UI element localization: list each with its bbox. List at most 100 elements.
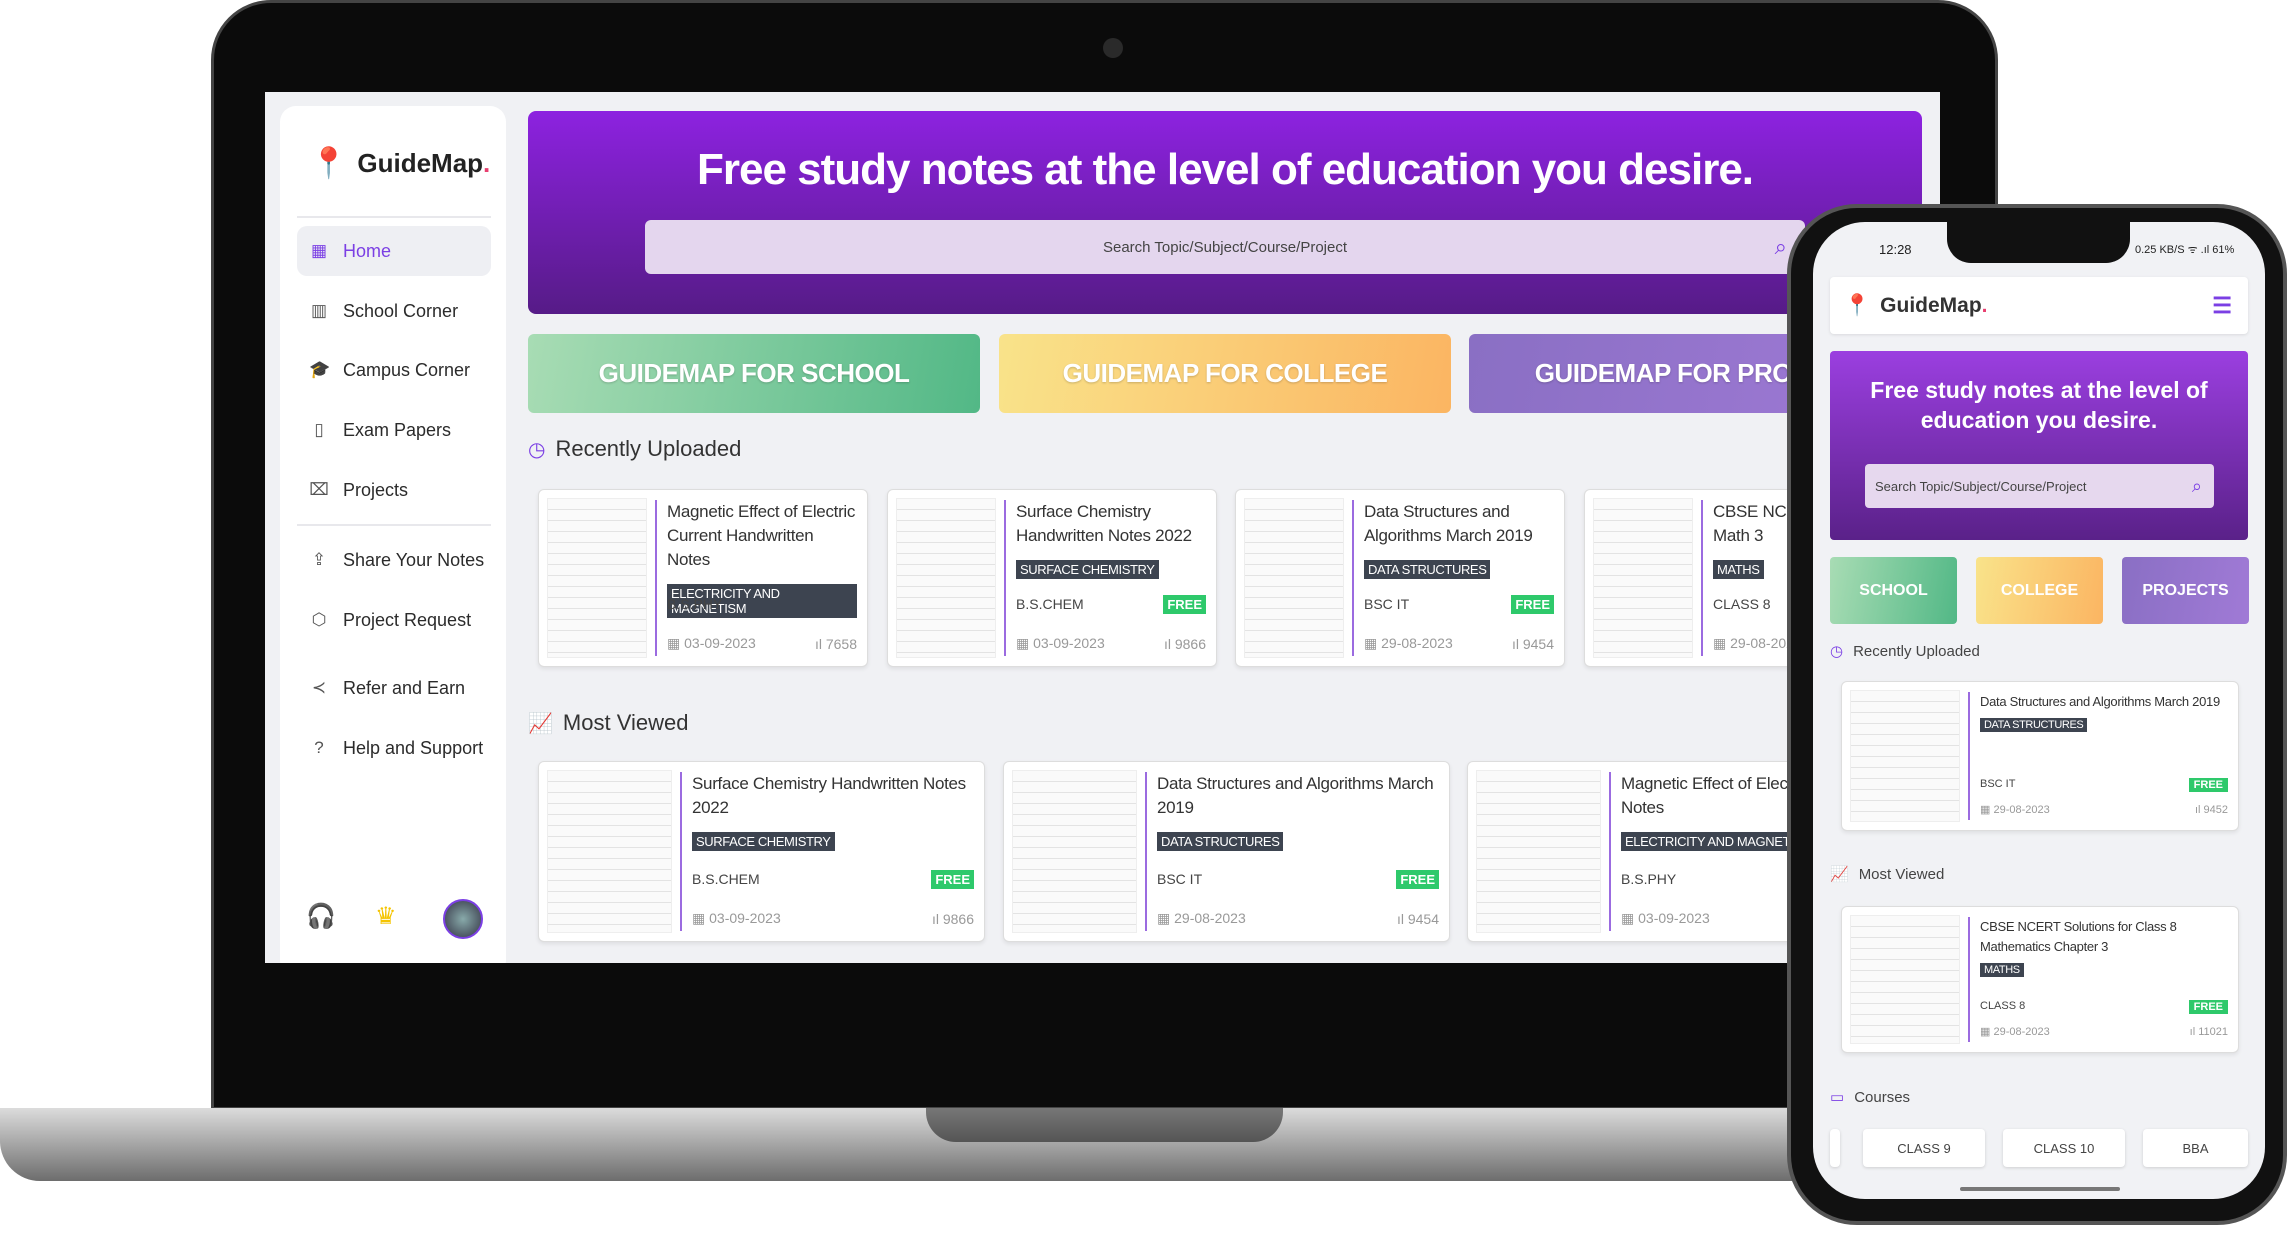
- sidebar-item-help-and-support[interactable]: ? Help and Support: [297, 723, 491, 773]
- course-button[interactable]: CLASS 10: [2003, 1129, 2125, 1167]
- brand-name: GuideMap: [1880, 293, 1982, 317]
- card-title[interactable]: Data Structures and Algorithms March 201…: [1980, 692, 2228, 712]
- views-text: 9454: [1522, 636, 1554, 652]
- views-text: 9866: [942, 911, 974, 927]
- sidebar-item-exam-papers[interactable]: ▯ Exam Papers: [297, 405, 491, 455]
- category-banner-school[interactable]: GUIDEMAP FOR SCHOOL: [528, 334, 980, 413]
- card-content: CBSE NCERT Solutions for Class 8 Mathema…: [1980, 917, 2228, 1042]
- divider: [1968, 917, 1970, 1042]
- note-card[interactable]: CBSE NCERT Solutions for Class 8 Mathema…: [1841, 906, 2239, 1053]
- most-viewed-heading: 📈 Most Viewed: [528, 710, 688, 736]
- calendar-icon: ▦: [1713, 635, 1731, 651]
- book-icon: ▭: [1830, 1089, 1845, 1106]
- card-title[interactable]: CBSE NCERT Solutions for Class 8 Mathema…: [1980, 917, 2228, 957]
- divider: [1352, 500, 1354, 656]
- free-badge: FREE: [2188, 778, 2228, 792]
- menu-icon[interactable]: ☰: [2212, 293, 2232, 319]
- divider: [297, 524, 491, 526]
- bar-chart-icon: ıl: [2189, 1026, 2199, 1038]
- note-card[interactable]: Data Structures and Algorithms March 201…: [1235, 489, 1565, 667]
- card-title[interactable]: Data Structures and Algorithms March 201…: [1157, 772, 1439, 820]
- free-badge: FREE: [931, 870, 974, 889]
- headset-icon[interactable]: 🎧: [306, 902, 336, 931]
- bar-chart-icon: ıl: [931, 911, 943, 927]
- note-thumbnail: [1850, 690, 1960, 822]
- card-title[interactable]: Data Structures and Algorithms March 201…: [1364, 500, 1554, 548]
- chart-line-icon: 📈: [1830, 866, 1849, 883]
- divider: [680, 772, 682, 931]
- code-window-icon: ⌧: [309, 480, 329, 499]
- date-text: 03-09-2023: [709, 910, 781, 926]
- course-label: BSC IT: [1980, 778, 2016, 790]
- date-text: 29-08-2023: [1993, 804, 2050, 816]
- date-text: 29-08-2023: [1381, 635, 1453, 651]
- course-label: CLASS 8: [1980, 1000, 2026, 1012]
- note-thumbnail: [1244, 498, 1344, 658]
- sidebar-item-label: Project Request: [343, 609, 472, 630]
- sidebar-item-share-your-notes[interactable]: ⇪ Share Your Notes: [297, 535, 491, 585]
- card-content: Data Structures and Algorithms March 201…: [1980, 692, 2228, 820]
- date: ▦ 29-08-2023: [1980, 803, 2050, 816]
- logo[interactable]: 📍 GuideMap.: [310, 146, 490, 181]
- view-count: ıl 11021: [2190, 1026, 2228, 1038]
- webcam: [1103, 38, 1123, 58]
- course-button[interactable]: CLASS 9: [1863, 1129, 1985, 1167]
- bar-chart-icon: ıl: [2194, 804, 2204, 816]
- category-tile-projects[interactable]: PROJECTS: [2122, 557, 2249, 624]
- note-card[interactable]: Surface Chemistry Handwritten Notes 2022…: [538, 761, 985, 942]
- sidebar-item-campus-corner[interactable]: 🎓 Campus Corner: [297, 345, 491, 395]
- date: ▦ 03-09-2023: [692, 910, 781, 927]
- note-card[interactable]: Magnetic Effect of Electric Current Hand…: [538, 489, 868, 667]
- avatar[interactable]: [443, 899, 483, 939]
- bar-chart-icon: ıl: [1396, 911, 1408, 927]
- note-card[interactable]: Surface Chemistry Handwritten Notes 2022…: [887, 489, 1217, 667]
- free-badge: FREE: [1396, 870, 1439, 889]
- course-button[interactable]: BBA: [2143, 1129, 2248, 1167]
- course-label: B.S.PHY: [1621, 871, 1677, 887]
- divider: [1968, 692, 1970, 820]
- note-thumbnail: [896, 498, 996, 658]
- divider: [1145, 772, 1147, 931]
- date: ▦ 29-08-2023: [1364, 635, 1453, 652]
- date: ▦ 29-08-2023: [1157, 910, 1246, 927]
- mobile-search-input[interactable]: Search Topic/Subject/Course/Project ⌕: [1865, 464, 2214, 508]
- category-banner-college[interactable]: GUIDEMAP FOR COLLEGE: [999, 334, 1451, 413]
- category-tile-college[interactable]: COLLEGE: [1976, 557, 2103, 624]
- bar-chart-icon: ıl: [814, 636, 826, 652]
- sidebar-item-refer-and-earn[interactable]: ≺ Refer and Earn: [297, 663, 491, 713]
- subject-tag: MATHS: [1713, 560, 1764, 579]
- phone-notch: [1947, 222, 2130, 263]
- divider: [297, 216, 491, 218]
- date-text: 29-08-2023: [1174, 910, 1246, 926]
- hero-banner: Free study notes at the level of educati…: [528, 111, 1922, 314]
- card-title[interactable]: Magnetic Effect of Electric Current Hand…: [667, 500, 857, 572]
- search-placeholder: Search Topic/Subject/Course/Project: [1102, 238, 1347, 256]
- recently-uploaded-heading: ◷ Recently Uploaded: [1830, 642, 1980, 661]
- card-title[interactable]: Surface Chemistry Handwritten Notes 2022: [1016, 500, 1206, 548]
- free-badge: FREE: [1163, 595, 1206, 614]
- views-text: 9454: [1407, 911, 1439, 927]
- view-count: ıl 9454: [1512, 636, 1554, 652]
- brand-name: GuideMap: [357, 148, 484, 178]
- crown-icon[interactable]: ♛: [375, 902, 397, 931]
- sidebar-item-project-request[interactable]: ⬡ Project Request: [297, 595, 491, 645]
- search-icon[interactable]: ⌕: [2192, 476, 2202, 497]
- course-button-partial[interactable]: [1830, 1129, 1840, 1167]
- search-input[interactable]: Search Topic/Subject/Course/Project ⌕: [645, 220, 1805, 274]
- sidebar-item-home[interactable]: ▦ Home: [297, 226, 491, 276]
- note-thumbnail: [1476, 770, 1601, 933]
- category-tile-school[interactable]: SCHOOL: [1830, 557, 1957, 624]
- courses-heading: ▭ Courses: [1830, 1088, 1910, 1107]
- divider: [1701, 500, 1703, 656]
- brand-dot: .: [483, 148, 491, 178]
- sidebar-item-projects[interactable]: ⌧ Projects: [297, 465, 491, 515]
- bar-chart-icon: ıl: [1511, 636, 1523, 652]
- view-count: ıl 9866: [1164, 636, 1206, 652]
- card-title[interactable]: Surface Chemistry Handwritten Notes 2022: [692, 772, 974, 820]
- note-card[interactable]: Data Structures and Algorithms March 201…: [1841, 681, 2239, 831]
- course-label: BSC IT: [1157, 871, 1203, 887]
- search-icon[interactable]: ⌕: [1775, 234, 1787, 260]
- sidebar-item-school-corner[interactable]: ▥ School Corner: [297, 286, 491, 336]
- note-thumbnail: [1593, 498, 1693, 658]
- note-card[interactable]: Data Structures and Algorithms March 201…: [1003, 761, 1450, 942]
